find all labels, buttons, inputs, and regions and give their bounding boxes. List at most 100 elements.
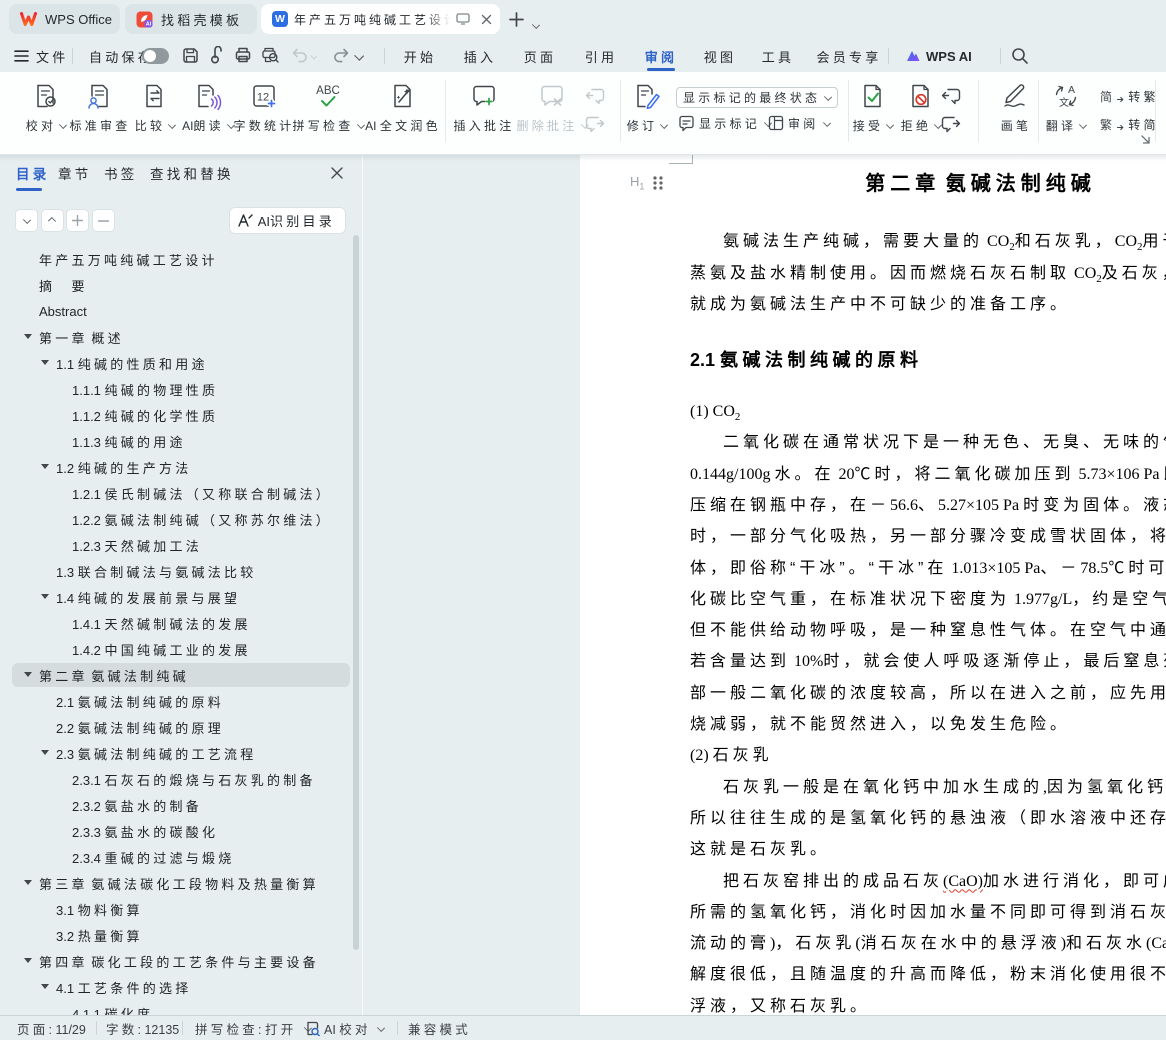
toc-item[interactable]: 4.1 工艺条件的选择 [0, 974, 362, 1000]
document-page[interactable]: H1 第二章 氨碱法制纯碱氨碱法生产纯碱，需要大量的 CO2和石灰乳，CO2用于… [580, 155, 1166, 1015]
toc-item[interactable]: 2.1 氨碱法制纯碱的原料 [0, 688, 362, 714]
toc-collapse-arrow-icon[interactable] [24, 671, 32, 679]
toc-item[interactable]: 2.2 氨碱法制纯碱的原理 [0, 714, 362, 740]
toc-collapse-arrow-icon[interactable] [24, 957, 32, 965]
toc-collapse-up-button[interactable] [41, 209, 64, 232]
hamburger-menu-icon[interactable] [14, 40, 29, 72]
toc-item[interactable]: 3.1 物料衡算 [0, 896, 362, 922]
toc-item[interactable]: 摘 要 [0, 272, 362, 298]
toc-item[interactable]: 3.2 热量衡算 [0, 922, 362, 948]
toc-item[interactable]: 第一章 概述 [0, 324, 362, 350]
toc-item[interactable]: 年产五万吨纯碱工艺设计 [0, 246, 362, 272]
print-preview-icon[interactable] [261, 46, 280, 64]
toc-item[interactable]: 第三章 氨碱法碳化工段物料及热量衡算 [0, 870, 362, 896]
expand-panel-icon[interactable] [1139, 133, 1152, 146]
toc-item[interactable]: 1.2.3 天然碱加工法 [0, 532, 362, 558]
tab-document-active[interactable]: W 年产五万吨纯碱工艺设计 计算 [261, 4, 500, 34]
toc-item[interactable]: 1.1.1 纯碱的物理性质 [0, 376, 362, 402]
undo-chevron-icon[interactable] [310, 40, 317, 72]
proofread-button[interactable]: 校对 [24, 78, 68, 148]
sidebar-tab-find-replace[interactable]: 查找和替换 [150, 155, 234, 191]
tab-list-chevron-icon[interactable] [532, 16, 539, 34]
sidebar-tab-toc[interactable]: 目录 [16, 155, 50, 191]
toc-item[interactable]: 1.4 纯碱的发展前景与展望 [0, 584, 362, 610]
toc-item[interactable]: Abstract [0, 298, 362, 324]
screen-share-icon[interactable] [456, 13, 470, 25]
toc-item[interactable]: 1.1.3 纯碱的用途 [0, 428, 362, 454]
toc-item[interactable]: 2.3 氨碱法制纯碱的工艺流程 [0, 740, 362, 766]
toc-collapse-arrow-icon[interactable] [41, 749, 49, 757]
toc-collapse-arrow-icon[interactable] [41, 359, 49, 367]
translate-button[interactable]: 文A 翻译 [1045, 78, 1087, 148]
toc-collapse-all-button[interactable] [92, 209, 115, 232]
toc-item[interactable]: 2.3.4 重碱的过滤与煅烧 [0, 844, 362, 870]
compare-button[interactable]: 比较 [132, 78, 178, 148]
toc-item[interactable]: 第四章 碳化工段的工艺条件与主要设备 [0, 948, 362, 974]
toc-item[interactable]: 1.3 联合制碱法与氨碱法比较 [0, 558, 362, 584]
search-icon[interactable] [1011, 40, 1029, 72]
export-pdf-icon[interactable] [209, 46, 225, 65]
menu-tools[interactable]: 工具 [762, 40, 791, 72]
sidebar-close-icon[interactable] [330, 166, 344, 180]
ai-read-aloud-button[interactable]: AI朗读 [182, 78, 234, 148]
tab-wps-office[interactable]: WPS Office [9, 4, 120, 34]
toc-collapse-arrow-icon[interactable] [24, 333, 32, 341]
previous-change-icon[interactable] [941, 86, 961, 106]
ai-polish-button[interactable]: AI 全文润色 [364, 78, 442, 148]
wps-ai-logo-icon[interactable] [905, 40, 921, 72]
toc-item[interactable]: 1.2.1 侯氏制碱法（又称联合制碱法） [0, 480, 362, 506]
menu-file[interactable]: 文件 [36, 40, 69, 72]
redo-icon[interactable] [333, 47, 350, 63]
menu-review[interactable]: 审阅 [645, 40, 675, 72]
ai-proofread-indicator[interactable]: AI 校对 [306, 1016, 384, 1040]
page-indicator[interactable]: 页面: 11/29 [17, 1016, 86, 1040]
show-markup-button[interactable]: 显示标记 [678, 113, 771, 133]
menu-home[interactable]: 开始 [404, 40, 433, 72]
toc-item[interactable]: 1.4.2 中国纯碱工业的发展 [0, 636, 362, 662]
new-tab-button[interactable] [509, 12, 524, 27]
markup-state-combobox[interactable]: 显示标记的最终状态 [676, 87, 838, 108]
sidebar-tab-chapters[interactable]: 章节 [58, 155, 92, 191]
simplified-to-traditional-button[interactable]: 简 转繁 [1100, 86, 1159, 106]
toc-expand-down-button[interactable] [15, 209, 38, 232]
toc-item[interactable]: 1.4.1 天然碱制碱法的发展 [0, 610, 362, 636]
wps-ai-label[interactable]: WPS AI [926, 40, 972, 72]
autosave-toggle[interactable] [142, 48, 169, 64]
toc-item[interactable]: 第二章 氨碱法制纯碱 [0, 662, 362, 688]
standard-review-button[interactable]: 标准审查 [70, 78, 128, 148]
tab-docer-templates[interactable]: AI 找稻壳模板 [125, 4, 257, 34]
toc-collapse-arrow-icon[interactable] [41, 983, 49, 991]
close-tab-icon[interactable] [481, 14, 492, 25]
next-change-icon[interactable] [941, 114, 961, 134]
reject-button[interactable]: 拒绝 [900, 78, 942, 148]
ai-recognize-toc-button[interactable]: AI识别目录 [228, 207, 346, 234]
toc-item[interactable]: 4.1.1 碳化度 [0, 1000, 362, 1016]
toc-collapse-arrow-icon[interactable] [24, 879, 32, 887]
toc-expand-all-button[interactable] [66, 209, 89, 232]
toc-item[interactable]: 1.1 纯碱的性质和用途 [0, 350, 362, 376]
accept-button[interactable]: 接受 [852, 78, 894, 148]
menu-member[interactable]: 会员专享 [817, 40, 879, 72]
toc-collapse-arrow-icon[interactable] [41, 593, 49, 601]
menu-view[interactable]: 视图 [704, 40, 733, 72]
menu-references[interactable]: 引用 [585, 40, 614, 72]
sidebar-scrollbar[interactable] [353, 235, 359, 950]
track-changes-button[interactable]: 修订 [626, 78, 668, 148]
spell-check-indicator[interactable]: 拼写检查: 打开 [195, 1016, 311, 1040]
toc-item[interactable]: 1.2.2 氨碱法制纯碱（又称苏尔维法） [0, 506, 362, 532]
insert-comment-button[interactable]: 插入批注 [454, 78, 512, 148]
sidebar-tab-bookmarks[interactable]: 书签 [104, 155, 138, 191]
word-count-indicator[interactable]: 字数: 12135 [106, 1016, 179, 1040]
spell-check-button[interactable]: ABC 拼写检查 [293, 78, 360, 148]
save-icon[interactable] [181, 46, 200, 65]
toc-item[interactable]: 1.2 纯碱的生产方法 [0, 454, 362, 480]
toc-item[interactable]: 2.3.1 石灰石的煅烧与石灰乳的制备 [0, 766, 362, 792]
word-count-button[interactable]: 12 字数统计 [234, 78, 291, 148]
menu-page[interactable]: 页面 [524, 40, 553, 72]
menu-insert[interactable]: 插入 [464, 40, 493, 72]
toc-collapse-arrow-icon[interactable] [41, 463, 49, 471]
toc-item[interactable]: 1.1.2 纯碱的化学性质 [0, 402, 362, 428]
toc-item[interactable]: 2.3.3 氨盐水的碳酸化 [0, 818, 362, 844]
toc-item[interactable]: 2.3.2 氨盐水的制备 [0, 792, 362, 818]
traditional-to-simplified-button[interactable]: 繁 转简 [1100, 114, 1159, 134]
